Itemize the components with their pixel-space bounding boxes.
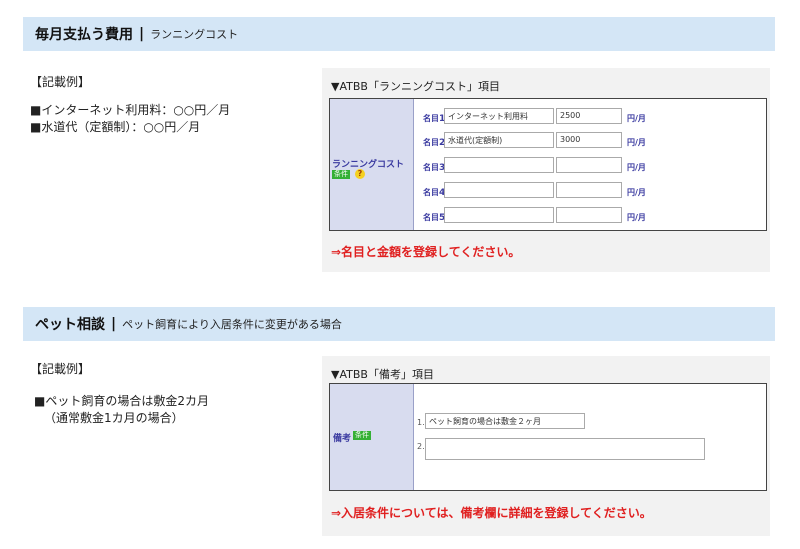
example-list: ■インターネット利用料：○○円／月 ■水道代（定額制）：○○円／月 [30, 102, 230, 136]
remark-num-2: 2. [417, 442, 425, 451]
name-input-3[interactable] [444, 157, 554, 173]
form-label-remarks: 備考 [333, 434, 352, 444]
row-label-5: 名目5 [423, 213, 446, 223]
section-subtitle: ペット飼育により入居条件に変更がある場合 [122, 318, 342, 331]
amount-input-1[interactable]: 2500 [556, 108, 622, 124]
amount-input-4[interactable] [556, 182, 622, 198]
example-heading: 【記載例】 [30, 362, 91, 376]
section-subtitle: ランニングコスト [150, 28, 239, 41]
atbb-panel-remarks: ▼ATBB「備考」項目 備考 条件 1. ペット飼育の場合は敷金２ヶ月 2. ⇒… [322, 356, 770, 536]
help-icon[interactable]: ? [355, 169, 365, 179]
name-input-2[interactable]: 水道代(定額制) [444, 132, 554, 148]
condition-badge: 条件 [353, 431, 371, 440]
unit-label-3: 円/月 [627, 163, 646, 172]
amount-input-3[interactable] [556, 157, 622, 173]
section-separator: | [139, 26, 145, 42]
row-label-1: 名目1 [423, 114, 446, 124]
amount-input-2[interactable]: 3000 [556, 132, 622, 148]
unit-label-2: 円/月 [627, 138, 646, 147]
amount-input-5[interactable] [556, 207, 622, 223]
unit-label-5: 円/月 [627, 213, 646, 222]
unit-label-1: 円/月 [627, 114, 646, 123]
row-label-3: 名目3 [423, 163, 446, 173]
name-input-1[interactable]: インターネット利用料 [444, 108, 554, 124]
remark-input-1[interactable]: ペット飼育の場合は敷金２ヶ月 [425, 413, 585, 429]
example-list: ■ペット飼育の場合は敷金2カ月 （通常敷金1カ月の場合） [34, 393, 209, 427]
name-input-4[interactable] [444, 182, 554, 198]
instruction-note: ⇒名目と金額を登録してください。 [331, 245, 521, 259]
section-title: 毎月支払う費用 [35, 27, 133, 43]
running-cost-form: ランニングコスト 条件 ? 名目1 インターネット利用料 2500 円/月 名目… [329, 98, 767, 231]
section-header-pet: ペット相談 | ペット飼育により入居条件に変更がある場合 [23, 307, 775, 341]
example-heading: 【記載例】 [30, 75, 91, 89]
name-input-5[interactable] [444, 207, 554, 223]
form-label-cell: 備考 条件 [330, 384, 414, 490]
example-line: （通常敷金1カ月の場合） [44, 411, 184, 425]
condition-badge: 条件 [332, 170, 350, 179]
section-separator: | [111, 316, 117, 332]
section-title: ペット相談 [35, 317, 105, 333]
unit-label-4: 円/月 [627, 188, 646, 197]
atbb-panel-running-cost: ▼ATBB「ランニングコスト」項目 ランニングコスト 条件 ? 名目1 インター… [322, 68, 770, 272]
remark-num-1: 1. [417, 418, 425, 427]
panel-title: ▼ATBB「ランニングコスト」項目 [331, 80, 500, 93]
row-label-2: 名目2 [423, 138, 446, 148]
example-line: ■ペット飼育の場合は敷金2カ月 [34, 394, 209, 408]
row-label-4: 名目4 [423, 188, 446, 198]
panel-title: ▼ATBB「備考」項目 [331, 368, 434, 381]
section-header-running-cost: 毎月支払う費用 | ランニングコスト [23, 17, 775, 51]
remark-input-2[interactable] [425, 438, 705, 460]
form-label-cell: ランニングコスト 条件 ? [330, 99, 414, 230]
form-label-running-cost: ランニングコスト [332, 160, 405, 170]
remarks-form: 備考 条件 1. ペット飼育の場合は敷金２ヶ月 2. [329, 383, 767, 491]
example-line: ■水道代（定額制）：○○円／月 [30, 120, 201, 134]
instruction-note: ⇒入居条件については、備考欄に詳細を登録してください。 [331, 506, 652, 520]
example-line: ■インターネット利用料：○○円／月 [30, 103, 231, 117]
